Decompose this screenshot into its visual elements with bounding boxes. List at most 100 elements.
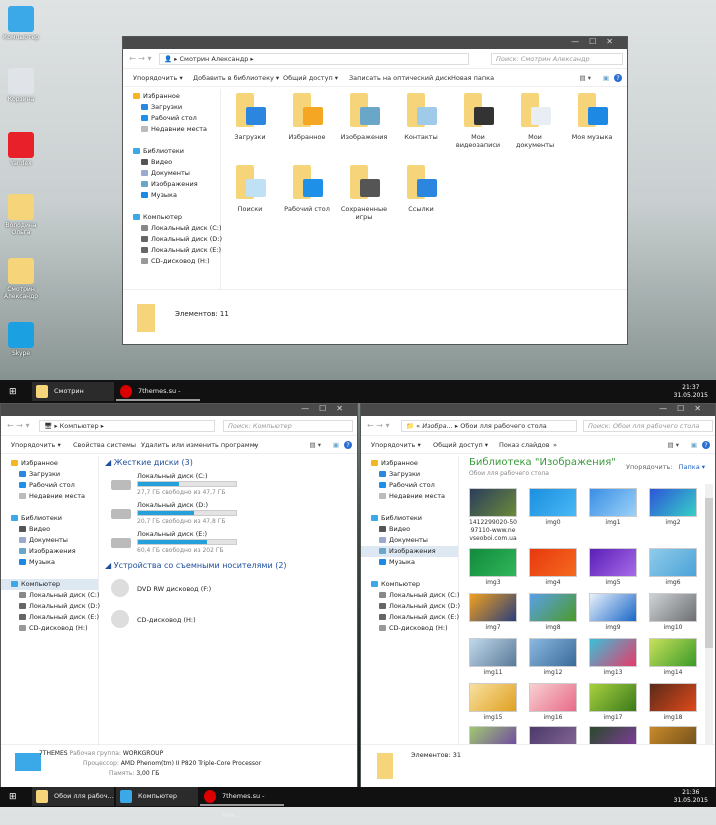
sidebar-favorites[interactable]: Избранное <box>123 91 220 102</box>
desktop-icon[interactable]: Компьютер <box>2 6 40 41</box>
address-bar[interactable]: 🖥 ▸ Компьютер ▸ <box>39 420 215 432</box>
image-thumbnail[interactable]: img15 <box>469 683 517 722</box>
image-thumbnail[interactable]: img6 <box>649 548 697 587</box>
sidebar-item[interactable]: CD-дисковод (H:) <box>1 623 98 634</box>
image-thumbnail[interactable]: img9 <box>589 593 637 632</box>
toolbar-button[interactable]: » <box>253 441 257 449</box>
sidebar-item[interactable]: Локальный диск (D:) <box>1 601 100 612</box>
title-bar[interactable]: —☐✕ <box>123 37 627 49</box>
image-thumbnail[interactable] <box>529 726 577 744</box>
clock[interactable]: 21:37 31.05.2015 <box>674 384 708 400</box>
sidebar-item[interactable]: Недавние места <box>1 491 98 502</box>
start-button[interactable]: ⊞ <box>9 792 17 802</box>
sidebar-item[interactable]: Рабочий стол <box>1 480 98 491</box>
toolbar-button[interactable]: Записать на оптический диск <box>349 74 451 82</box>
taskbar-item-opera[interactable]: 7themes.su - тем... <box>116 382 200 414</box>
desktop-icon[interactable]: Корзина <box>2 68 40 103</box>
sidebar-item[interactable]: Музыка <box>1 557 98 568</box>
image-thumbnail[interactable]: img12 <box>529 638 577 677</box>
image-thumbnail[interactable] <box>589 726 637 744</box>
folder-item[interactable]: Рабочий стол <box>282 163 332 213</box>
title-bar[interactable]: —☐✕ <box>1 404 357 416</box>
scrollbar[interactable] <box>705 484 713 744</box>
image-thumbnail[interactable]: img11 <box>469 638 517 677</box>
nav-buttons[interactable]: ← → ▾ <box>129 54 152 63</box>
search-input[interactable]: Поиск: Смотрин Александр <box>491 53 623 65</box>
toolbar-button[interactable]: Общий доступ ▾ <box>283 74 338 82</box>
toolbar-button[interactable]: Новая папка <box>451 74 494 82</box>
desktop-icon[interactable]: Skype <box>2 322 40 357</box>
folder-item[interactable]: Моя музыка <box>567 91 617 141</box>
image-thumbnail[interactable]: img0 <box>529 488 577 527</box>
image-thumbnail[interactable]: 1412299020-5097110-www.nevseoboi.com.ua <box>469 488 517 543</box>
image-thumbnail[interactable]: img14 <box>649 638 697 677</box>
sidebar-item[interactable]: Видео <box>1 524 98 535</box>
nav-buttons[interactable]: ← → ▾ <box>7 421 30 430</box>
sidebar-item[interactable]: Документы <box>1 535 98 546</box>
image-thumbnail[interactable]: img3 <box>469 548 517 587</box>
desktop-icon[interactable]: Смотрин Александр <box>2 258 40 300</box>
view-options-icon[interactable]: ▤ ▾ <box>580 74 591 82</box>
image-thumbnail[interactable]: img16 <box>529 683 577 722</box>
sidebar-item[interactable]: Музыка <box>123 190 220 201</box>
sidebar-item[interactable]: Загрузки <box>1 469 98 480</box>
address-bar[interactable]: 👤 ▸ Смотрин Александр ▸ <box>159 53 469 65</box>
drive-item[interactable]: Локальный диск (E:) 60,4 ГБ свободно из 2… <box>109 530 349 556</box>
sidebar-item[interactable]: CD-дисковод (H:) <box>123 256 220 267</box>
toolbar-button[interactable]: Упорядочить ▾ <box>133 74 183 82</box>
image-thumbnail[interactable]: img1 <box>589 488 637 527</box>
taskbar-item-wallpapers[interactable]: Обои лля рабоч... <box>32 787 114 806</box>
toolbar-button[interactable]: Свойства системы <box>73 441 136 449</box>
clock[interactable]: 21:36 31.05.2015 <box>674 789 708 805</box>
view-options-icon[interactable]: ▤ ▾ <box>310 441 321 449</box>
toolbar-button[interactable]: Добавить в библиотеку ▾ <box>193 74 279 82</box>
image-thumbnail[interactable]: img4 <box>529 548 577 587</box>
image-thumbnail[interactable]: img7 <box>469 593 517 632</box>
image-thumbnail[interactable] <box>649 726 697 744</box>
folder-item[interactable]: Поиски <box>225 163 275 213</box>
image-thumbnail[interactable] <box>469 726 517 744</box>
removable-item[interactable]: DVD RW дисковод (F:) <box>109 577 349 603</box>
sidebar-computer[interactable]: Компьютер <box>123 212 220 223</box>
drive-item[interactable]: Локальный диск (C:) 27,7 ГБ свободно из 4… <box>109 472 349 498</box>
help-icon[interactable]: ? <box>614 74 622 82</box>
folder-item[interactable]: Контакты <box>396 91 446 141</box>
folder-item[interactable]: Мои документы <box>510 91 560 149</box>
sidebar-item[interactable]: Видео <box>123 157 220 168</box>
sidebar-item[interactable]: Локальный диск (E:) <box>123 245 221 256</box>
toolbar-button[interactable]: Удалить или изменить программу <box>141 441 258 449</box>
folder-item[interactable]: Загрузки <box>225 91 275 141</box>
window-controls[interactable]: —☐✕ <box>301 404 353 413</box>
hdd-header[interactable]: ◢ Жесткие диски (3) <box>105 458 193 467</box>
image-thumbnail[interactable]: img17 <box>589 683 637 722</box>
preview-pane-icon[interactable]: ▣ <box>603 74 609 82</box>
search-input[interactable]: Поиск: Компьютер <box>223 420 353 432</box>
sidebar-favorites[interactable]: Избранное <box>1 458 98 469</box>
sidebar-item[interactable]: Загрузки <box>123 102 220 113</box>
desktop-icon[interactable]: Володина Ольга <box>2 194 40 236</box>
removable-item[interactable]: CD-дисковод (H:) <box>109 608 349 634</box>
sidebar-libraries[interactable]: Библиотеки <box>1 513 98 524</box>
window-controls[interactable]: —☐✕ <box>571 37 623 46</box>
preview-pane-icon[interactable]: ▣ <box>333 441 339 449</box>
folder-item[interactable]: Изображения <box>339 91 389 141</box>
image-thumbnail[interactable]: img8 <box>529 593 577 632</box>
sidebar-item[interactable]: Документы <box>123 168 220 179</box>
sidebar-item[interactable]: Изображения <box>1 546 98 557</box>
drive-item[interactable]: Локальный диск (D:) 20,7 ГБ свободно из 4… <box>109 501 349 527</box>
folder-item[interactable]: Сохраненные игры <box>339 163 389 221</box>
folder-item[interactable]: Ссылки <box>396 163 446 213</box>
folder-item[interactable]: Мои видеозаписи <box>453 91 503 149</box>
desktop-icon[interactable]: Yandex <box>2 132 40 167</box>
sidebar-item[interactable]: Недавние места <box>123 124 220 135</box>
image-thumbnail[interactable]: img18 <box>649 683 697 722</box>
image-thumbnail[interactable]: img2 <box>649 488 697 527</box>
folder-item[interactable]: Избранное <box>282 91 332 141</box>
sidebar-item[interactable]: Рабочий стол <box>123 113 220 124</box>
taskbar-item-explorer[interactable]: Смотрин Алекса... <box>32 382 114 414</box>
start-button[interactable]: ⊞ <box>9 387 17 397</box>
sidebar-item[interactable]: Локальный диск (C:) <box>123 223 222 234</box>
taskbar-item-opera[interactable]: 7themes.su - тем... <box>200 787 284 819</box>
help-icon[interactable]: ? <box>344 441 352 449</box>
sidebar-item[interactable]: Локальный диск (C:) <box>1 590 100 601</box>
